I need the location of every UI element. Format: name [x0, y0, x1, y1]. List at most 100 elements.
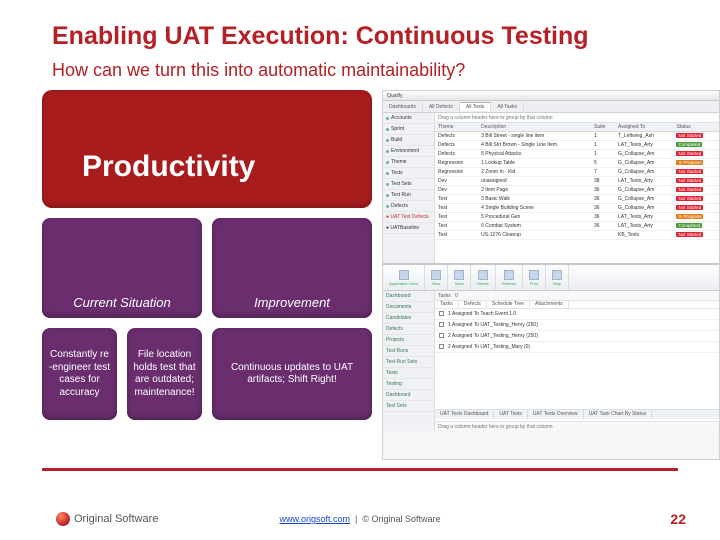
- app-tab[interactable]: Dashboards: [383, 103, 423, 111]
- footer-link[interactable]: www.origsoft.com: [279, 514, 350, 524]
- panel-tab[interactable]: Attachments: [530, 301, 569, 308]
- box-shift-right: Continuous updates to UAT artifacts; Shi…: [212, 328, 372, 420]
- sidebar-item[interactable]: ● UAT Test Defects: [383, 212, 434, 223]
- nav-item[interactable]: Testing: [383, 379, 434, 390]
- sidebar-item[interactable]: Theme: [383, 157, 434, 168]
- bottom-tab[interactable]: UAT Tests Dashboard: [435, 410, 494, 419]
- panel-header: Tasks 0: [435, 291, 719, 301]
- nav-item[interactable]: Defects: [383, 324, 434, 335]
- ribbon-button[interactable]: Print: [523, 265, 546, 290]
- sidebar-item[interactable]: Accounts: [383, 113, 434, 124]
- app-tab[interactable]: All Tests: [460, 102, 492, 111]
- ribbon-button[interactable]: New: [425, 265, 448, 290]
- footer-center: www.origsoft.com | © Original Software: [0, 514, 720, 524]
- list-item[interactable]: 1 Assigned To UAT_Testing_Henry (250): [435, 320, 719, 331]
- ribbon-button[interactable]: Application View: [383, 265, 425, 290]
- row-situation-improvement: Current Situation Improvement: [42, 218, 372, 318]
- table-row[interactable]: Test3 Basic Walk36G_Collapse_AmNot Start…: [435, 195, 719, 204]
- grid-header[interactable]: Theme: [435, 123, 478, 132]
- grid-cell: 6 Combat System: [478, 222, 591, 231]
- grid-header[interactable]: Suite: [591, 123, 615, 132]
- grid-cell: 36: [591, 222, 615, 231]
- sidebar-item[interactable]: Build: [383, 135, 434, 146]
- sidebar-item[interactable]: Sprint: [383, 124, 434, 135]
- sidebar-item[interactable]: Test Sets: [383, 179, 434, 190]
- bottom-tab[interactable]: UAT Tests Overview: [528, 410, 584, 419]
- table-row[interactable]: Test4 Single Building Scene36G_Collapse_…: [435, 204, 719, 213]
- table-row[interactable]: Devunassigned38LAT_Tests_ArtyNot Started: [435, 177, 719, 186]
- table-row[interactable]: TestUS-1276 CleanupKB_TestsNot Started: [435, 231, 719, 240]
- table-row[interactable]: Dev2 Item Page36G_Collapse_AmNot Started: [435, 186, 719, 195]
- ribbon-button[interactable]: Help: [546, 265, 569, 290]
- panel-rows: 1 Assigned To Teach Event 1.01 Assigned …: [435, 309, 719, 353]
- grid-cell: 5 Procedural Gen: [478, 213, 591, 222]
- table-row[interactable]: Regression2 Zoom In - Kid7G_Collapse_AmN…: [435, 168, 719, 177]
- grid-cell: G_Collapse_Am: [615, 204, 673, 213]
- grid-cell: Not Started: [673, 204, 719, 213]
- grid-header[interactable]: Description: [478, 123, 591, 132]
- app-tab[interactable]: All Tasks: [491, 103, 524, 111]
- grid-filterbar: Drag a column header here to group by th…: [435, 113, 719, 123]
- sidebar-item[interactable]: Tests: [383, 168, 434, 179]
- sidebar-item[interactable]: ● UATBaseline: [383, 223, 434, 234]
- grid-cell: 36: [591, 213, 615, 222]
- nav-item[interactable]: Documents: [383, 302, 434, 313]
- nav-item[interactable]: Candidates: [383, 313, 434, 324]
- table-row[interactable]: Test5 Procedural Gen36LAT_Tests_ArtyIn P…: [435, 213, 719, 222]
- grid-cell: 1: [591, 150, 615, 159]
- bottom-tab[interactable]: UAT Tests: [494, 410, 528, 419]
- bottom-tab[interactable]: UAT Task Chart By Status: [584, 410, 653, 419]
- grid-cell: Test: [435, 195, 478, 204]
- nav-item[interactable]: Dashboard: [383, 390, 434, 401]
- grid-cell: 1: [591, 132, 615, 141]
- list-item[interactable]: 2 Assigned To UAT_Testing_Mary (0): [435, 342, 719, 353]
- grid-cell: LAT_Tests_Arty: [615, 213, 673, 222]
- nav-item[interactable]: Tests: [383, 368, 434, 379]
- nav-item[interactable]: Test Runs: [383, 346, 434, 357]
- table-row[interactable]: Defects3 Bill Street - single line item1…: [435, 132, 719, 141]
- table-row[interactable]: Test6 Combat System36LAT_Tests_ArtyCompl…: [435, 222, 719, 231]
- grid-cell: G_Collapse_Am: [615, 159, 673, 168]
- nav-item[interactable]: Dashboard: [383, 291, 434, 302]
- table-row[interactable]: Regression1 Lookup Table5G_Collapse_AmIn…: [435, 159, 719, 168]
- app-tab[interactable]: All Defects: [423, 103, 460, 111]
- list-item[interactable]: 1 Assigned To Teach Event 1.0: [435, 309, 719, 320]
- footer-sep: |: [353, 514, 363, 524]
- grid-cell: G_Collapse_Am: [615, 168, 673, 177]
- nav-item[interactable]: Projects: [383, 335, 434, 346]
- grid-header[interactable]: Assigned To: [615, 123, 673, 132]
- sidebar-item[interactable]: Test Run: [383, 190, 434, 201]
- panel-tab[interactable]: Defects: [459, 301, 487, 308]
- grid-cell: 36: [591, 204, 615, 213]
- sidebar-item[interactable]: Environment: [383, 146, 434, 157]
- grid-cell: Not Started: [673, 195, 719, 204]
- grid-header[interactable]: Status: [673, 123, 719, 132]
- nav-item[interactable]: Test Run Sets: [383, 357, 434, 368]
- grid-cell: G_Collapse_Am: [615, 150, 673, 159]
- panel-tab[interactable]: Tasks: [435, 301, 459, 308]
- grid-cell: 2 Item Page: [478, 186, 591, 195]
- ribbon-button[interactable]: Refresh: [496, 265, 523, 290]
- table-row[interactable]: Defects5 Physical Attacks1G_Collapse_AmN…: [435, 150, 719, 159]
- list-item[interactable]: 2 Assigned To UAT_Testing_Henry (250): [435, 331, 719, 342]
- panel-tab[interactable]: Schedule Tree: [487, 301, 530, 308]
- grid-cell: Dev: [435, 177, 478, 186]
- grid-cell: 4 Single Building Scene: [478, 204, 591, 213]
- app-body-lower: DashboardDocumentsCandidatesDefectsProje…: [383, 291, 719, 431]
- app-ribbon: Application ViewNewSaveDeleteRefreshPrin…: [383, 265, 719, 291]
- grid-cell: Defects: [435, 132, 478, 141]
- label-current-situation: Current Situation: [42, 295, 202, 310]
- app-panel: Tasks 0 TasksDefectsSchedule TreeAttachm…: [435, 291, 719, 431]
- ribbon-button[interactable]: Delete: [471, 265, 496, 290]
- ribbon-button[interactable]: Save: [448, 265, 471, 290]
- grid-cell: Regression: [435, 159, 478, 168]
- page-number: 22: [670, 511, 686, 527]
- table-row[interactable]: Defects4 Bill Strt Brown - Single Line I…: [435, 141, 719, 150]
- grid-cell: Completed: [673, 141, 719, 150]
- sidebar-item[interactable]: Defects: [383, 201, 434, 212]
- grid-cell: US-1276 Cleanup: [478, 231, 591, 240]
- nav-item[interactable]: Test Sets: [383, 401, 434, 412]
- app-grid: ThemeDescriptionSuiteAssigned ToStatusDe…: [435, 123, 719, 240]
- grid-cell: 3 Bill Street - single line item: [478, 132, 591, 141]
- grid-cell: 7: [591, 168, 615, 177]
